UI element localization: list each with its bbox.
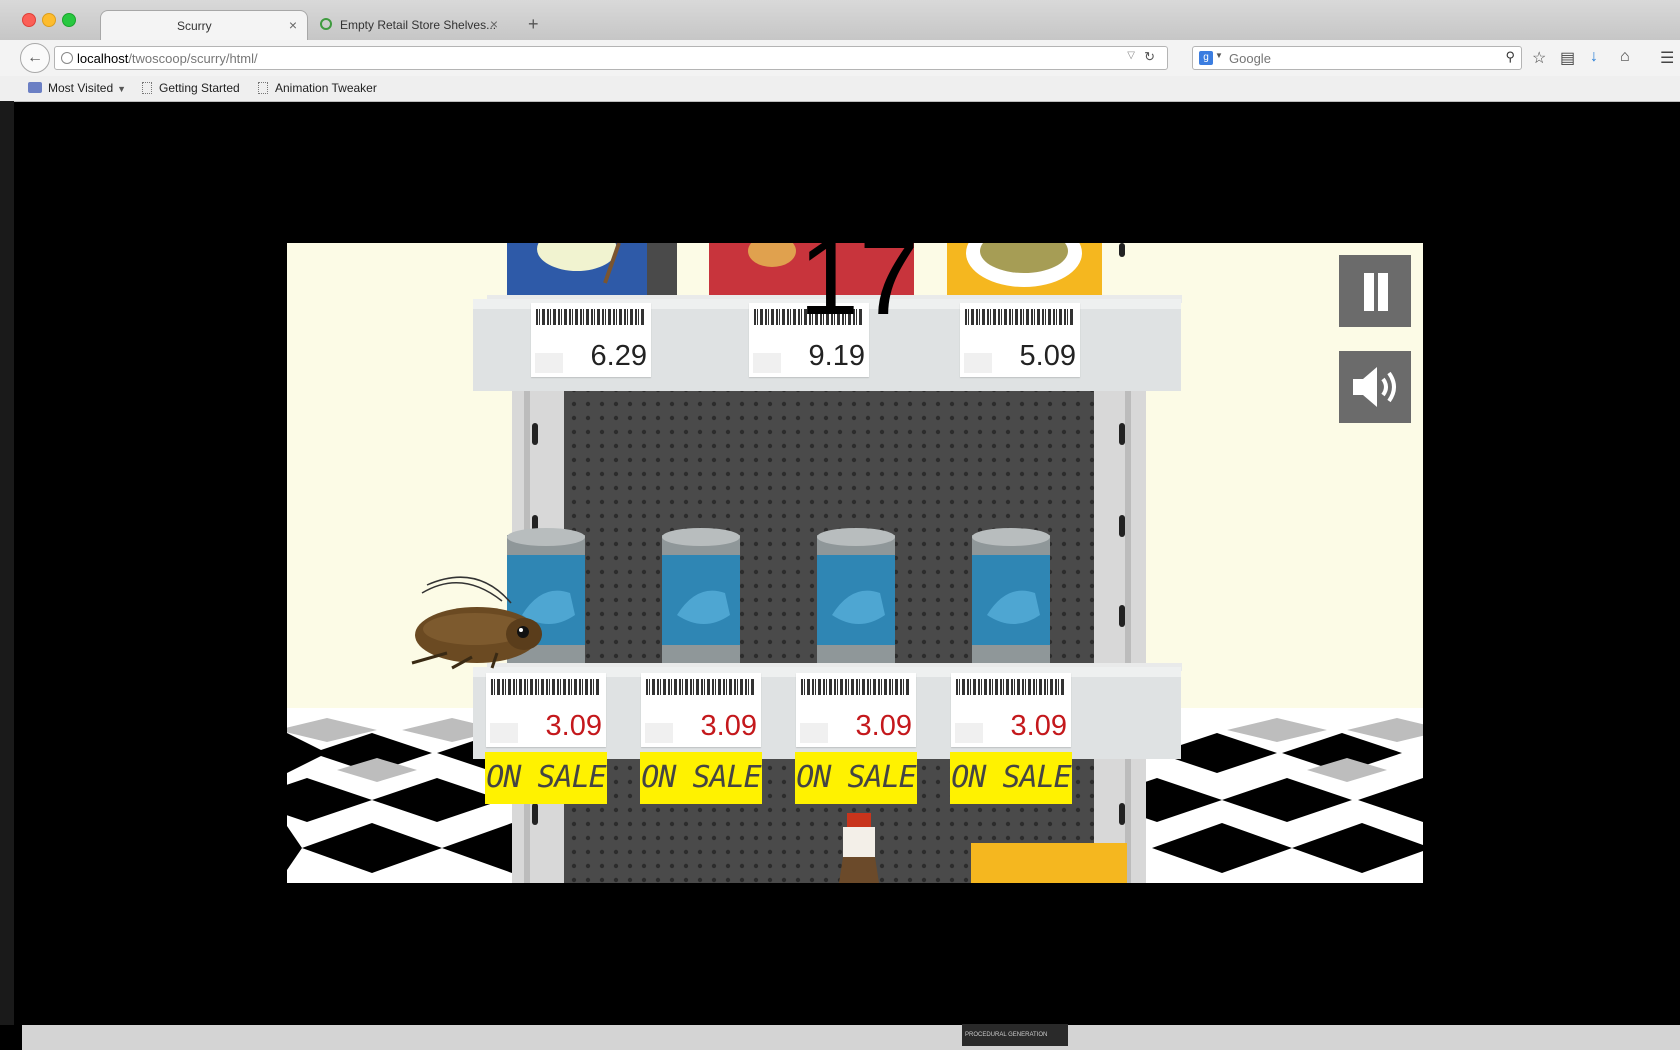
back-button[interactable]: ← <box>20 43 50 73</box>
barcode <box>491 679 601 695</box>
tab-close-icon[interactable]: × <box>289 17 297 33</box>
navigation-toolbar: ← localhost/twoscoop/scurry/html/ ▽ ↻ g … <box>0 40 1680 76</box>
speaker-icon <box>1353 367 1396 407</box>
sale-price-tag: 3.09 <box>796 673 916 747</box>
sale-price-label: 3.09 <box>1010 710 1067 742</box>
pause-button[interactable] <box>1339 255 1411 327</box>
url-text: localhost/twoscoop/scurry/html/ <box>77 51 258 66</box>
new-tab-icon[interactable]: + <box>528 14 539 35</box>
folder-icon <box>28 82 42 93</box>
bookmark-animation-tweaker[interactable]: Animation Tweaker <box>258 81 377 95</box>
taskbar-thumbnail[interactable]: PROCEDURAL GENERATION <box>962 1024 1068 1046</box>
search-input[interactable] <box>1229 50 1479 66</box>
search-bar[interactable]: g ▼ ⚲ <box>1192 46 1522 70</box>
downloads-icon[interactable]: ↓ <box>1590 48 1598 66</box>
background-window-strip <box>22 1025 1680 1050</box>
tab-scurry[interactable]: Scurry × <box>100 10 308 40</box>
chevron-down-icon[interactable]: ▼ <box>1215 51 1223 60</box>
sale-price-tag: 3.09 <box>951 673 1071 747</box>
google-icon[interactable]: g <box>1199 51 1213 65</box>
tab-title: Empty Retail Store Shelves... <box>340 18 497 32</box>
on-sale-banner: ON SALE <box>795 752 917 804</box>
sale-price-label: 3.09 <box>545 710 602 742</box>
on-sale-banner: ON SALE <box>640 752 762 804</box>
home-icon[interactable]: ⌂ <box>1620 48 1630 66</box>
tab-strip: Scurry × Empty Retail Store Shelves... ×… <box>0 0 1680 41</box>
score-counter: 17 <box>798 243 920 337</box>
site-favicon-icon <box>320 18 332 30</box>
reload-icon[interactable]: ↻ <box>1144 49 1155 65</box>
price-label: 6.29 <box>590 340 647 372</box>
window-left-edge <box>0 101 14 1025</box>
on-sale-banner: ON SALE <box>950 752 1072 804</box>
window-close-button[interactable] <box>22 13 36 27</box>
bookmark-star-icon[interactable]: ☆ <box>1532 48 1546 68</box>
price-label: 5.09 <box>1019 340 1076 372</box>
window-minimize-button[interactable] <box>42 13 56 27</box>
sale-price-tag: 3.09 <box>641 673 761 747</box>
sale-price-label: 3.09 <box>855 710 912 742</box>
chevron-down-icon: ▼ <box>117 84 127 94</box>
page-icon <box>258 82 268 94</box>
url-bar[interactable]: localhost/twoscoop/scurry/html/ ▽ ↻ <box>54 46 1168 70</box>
barcode <box>956 679 1066 695</box>
on-sale-banner: ON SALE <box>485 752 607 804</box>
game-canvas[interactable]: 6.29 9.19 5.09 3.09 ON SALE 3.09 ON SALE… <box>287 243 1423 883</box>
barcode <box>646 679 756 695</box>
search-icon[interactable]: ⚲ <box>1505 49 1515 65</box>
bookmarks-toolbar: Most Visited ▼ Getting Started Animation … <box>0 76 1680 102</box>
sale-price-label: 3.09 <box>700 710 757 742</box>
page-icon <box>142 82 152 94</box>
url-history-dropdown-icon[interactable]: ▽ <box>1127 50 1135 61</box>
price-label: 9.19 <box>808 340 865 372</box>
menu-icon[interactable]: ☰ <box>1660 48 1674 68</box>
barcode <box>801 679 911 695</box>
tab-title: Scurry <box>177 19 212 33</box>
window-zoom-button[interactable] <box>62 13 76 27</box>
sale-price-tag: 3.09 <box>486 673 606 747</box>
bookmark-getting-started[interactable]: Getting Started <box>142 81 240 95</box>
globe-icon <box>61 52 73 64</box>
tab-close-icon[interactable]: × <box>490 16 498 32</box>
back-arrow-icon: ← <box>27 49 43 66</box>
bookmark-most-visited[interactable]: Most Visited ▼ <box>28 81 126 95</box>
tab-empty-retail[interactable]: Empty Retail Store Shelves... × <box>312 10 512 40</box>
sound-toggle-button[interactable] <box>1339 351 1411 423</box>
bookmarks-menu-icon[interactable]: ▤ <box>1560 48 1575 68</box>
